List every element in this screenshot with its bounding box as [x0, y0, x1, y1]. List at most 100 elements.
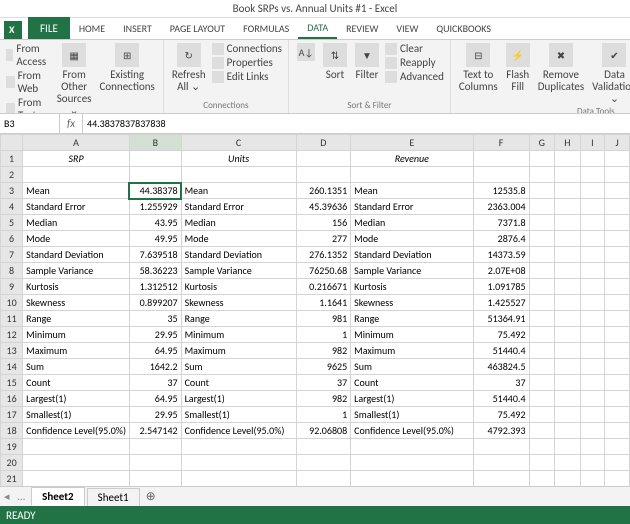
cell-G10[interactable]	[529, 295, 555, 311]
cell-G21[interactable]	[529, 471, 555, 487]
data-validation-button[interactable]: ✔Data Validation ⌄	[590, 42, 630, 106]
cell-F15[interactable]: 37	[473, 375, 529, 391]
cell-H21[interactable]	[555, 471, 581, 487]
cell-F19[interactable]	[473, 439, 529, 455]
cell-B13[interactable]: 64.95	[129, 343, 181, 359]
cell-G20[interactable]	[529, 455, 555, 471]
row-header-12[interactable]: 12	[1, 327, 23, 343]
cell-D10[interactable]: 1.1641	[296, 295, 351, 311]
filter-button[interactable]: ▼Filter	[353, 42, 381, 82]
col-header-A[interactable]: A	[23, 135, 130, 151]
cell-B16[interactable]: 64.95	[129, 391, 181, 407]
cell-G11[interactable]	[529, 311, 555, 327]
col-header-F[interactable]: F	[473, 135, 529, 151]
cell-I16[interactable]	[580, 391, 605, 407]
cell-I4[interactable]	[580, 199, 605, 215]
connections-button[interactable]: Connections	[212, 42, 282, 55]
cell-G8[interactable]	[529, 263, 555, 279]
select-all-cell[interactable]	[1, 135, 23, 151]
cell-D3[interactable]: 260.1351	[296, 183, 351, 199]
tab-quickbooks[interactable]: QuickBooks	[427, 17, 500, 39]
formula-bar[interactable]: 44.3837837837838	[82, 114, 630, 133]
from-web-button[interactable]: From Web	[6, 69, 51, 95]
cell-D13[interactable]: 982	[296, 343, 351, 359]
cell-E15[interactable]: Count	[351, 375, 473, 391]
cell-G14[interactable]	[529, 359, 555, 375]
cell-D1[interactable]	[296, 151, 351, 167]
cell-G1[interactable]	[529, 151, 555, 167]
row-header-2[interactable]: 2	[1, 167, 23, 183]
col-header-E[interactable]: E	[351, 135, 473, 151]
cell-B7[interactable]: 7.639518	[129, 247, 181, 263]
cell-B1[interactable]	[129, 151, 181, 167]
cell-C20[interactable]	[181, 455, 296, 471]
cell-A20[interactable]	[23, 455, 130, 471]
cell-E14[interactable]: Sum	[351, 359, 473, 375]
cell-I20[interactable]	[580, 455, 605, 471]
cell-G13[interactable]	[529, 343, 555, 359]
cell-F8[interactable]: 2.07E+08	[473, 263, 529, 279]
cell-C2[interactable]	[181, 167, 296, 183]
cell-C8[interactable]: Sample Variance	[181, 263, 296, 279]
cell-F16[interactable]: 51440.4	[473, 391, 529, 407]
sort-az-button[interactable]: A↓	[295, 42, 317, 64]
cell-B4[interactable]: 1.255929	[129, 199, 181, 215]
existing-connections-button[interactable]: ⊞Existing Connections	[97, 42, 156, 94]
cell-C19[interactable]	[181, 439, 296, 455]
col-header-I[interactable]: I	[580, 135, 605, 151]
cell-B9[interactable]: 1.312512	[129, 279, 181, 295]
cell-A21[interactable]	[23, 471, 130, 487]
cell-H7[interactable]	[555, 247, 581, 263]
cell-D8[interactable]: 76250.68	[296, 263, 351, 279]
cell-J11[interactable]	[605, 311, 630, 327]
cell-J13[interactable]	[605, 343, 630, 359]
cell-G3[interactable]	[529, 183, 555, 199]
row-header-1[interactable]: 1	[1, 151, 23, 167]
cell-D15[interactable]: 37	[296, 375, 351, 391]
row-header-17[interactable]: 17	[1, 407, 23, 423]
cell-J17[interactable]	[605, 407, 630, 423]
cell-E6[interactable]: Mode	[351, 231, 473, 247]
cell-E1[interactable]: Revenue	[351, 151, 473, 167]
cell-B20[interactable]	[129, 455, 181, 471]
cell-I17[interactable]	[580, 407, 605, 423]
row-header-10[interactable]: 10	[1, 295, 23, 311]
cell-I8[interactable]	[580, 263, 605, 279]
cell-C7[interactable]: Standard Deviation	[181, 247, 296, 263]
row-header-18[interactable]: 18	[1, 423, 23, 439]
cell-A7[interactable]: Standard Deviation	[23, 247, 130, 263]
from-other-sources-button[interactable]: ▦From Other Sources ⌄	[55, 42, 94, 114]
row-header-9[interactable]: 9	[1, 279, 23, 295]
cell-J14[interactable]	[605, 359, 630, 375]
from-access-button[interactable]: From Access	[6, 42, 51, 68]
cell-J6[interactable]	[605, 231, 630, 247]
cell-G19[interactable]	[529, 439, 555, 455]
cell-G6[interactable]	[529, 231, 555, 247]
tab-formulas[interactable]: FORMULAS	[234, 17, 298, 39]
cell-E2[interactable]	[351, 167, 473, 183]
tab-home[interactable]: HOME	[70, 17, 114, 39]
row-header-8[interactable]: 8	[1, 263, 23, 279]
cell-C10[interactable]: Skewness	[181, 295, 296, 311]
cell-B15[interactable]: 37	[129, 375, 181, 391]
cell-H14[interactable]	[555, 359, 581, 375]
cell-J4[interactable]	[605, 199, 630, 215]
cell-A19[interactable]	[23, 439, 130, 455]
cell-E3[interactable]: Mean	[351, 183, 473, 199]
sheet-nav-prev[interactable]: ◂	[0, 490, 14, 503]
cell-C18[interactable]: Confidence Level(95.0%)	[181, 423, 296, 439]
cell-E18[interactable]: Confidence Level(95.0%)	[351, 423, 473, 439]
cell-H19[interactable]	[555, 439, 581, 455]
cell-B2[interactable]	[129, 167, 181, 183]
cell-A9[interactable]: Kurtosis	[23, 279, 130, 295]
cell-A1[interactable]: SRP	[23, 151, 130, 167]
cell-H16[interactable]	[555, 391, 581, 407]
name-box[interactable]: B3	[0, 114, 60, 133]
cell-B19[interactable]	[129, 439, 181, 455]
cell-C12[interactable]: Minimum	[181, 327, 296, 343]
cell-I5[interactable]	[580, 215, 605, 231]
cell-F14[interactable]: 463824.5	[473, 359, 529, 375]
cell-H15[interactable]	[555, 375, 581, 391]
sort-button[interactable]: ⇅Sort	[321, 42, 349, 82]
cell-J15[interactable]	[605, 375, 630, 391]
